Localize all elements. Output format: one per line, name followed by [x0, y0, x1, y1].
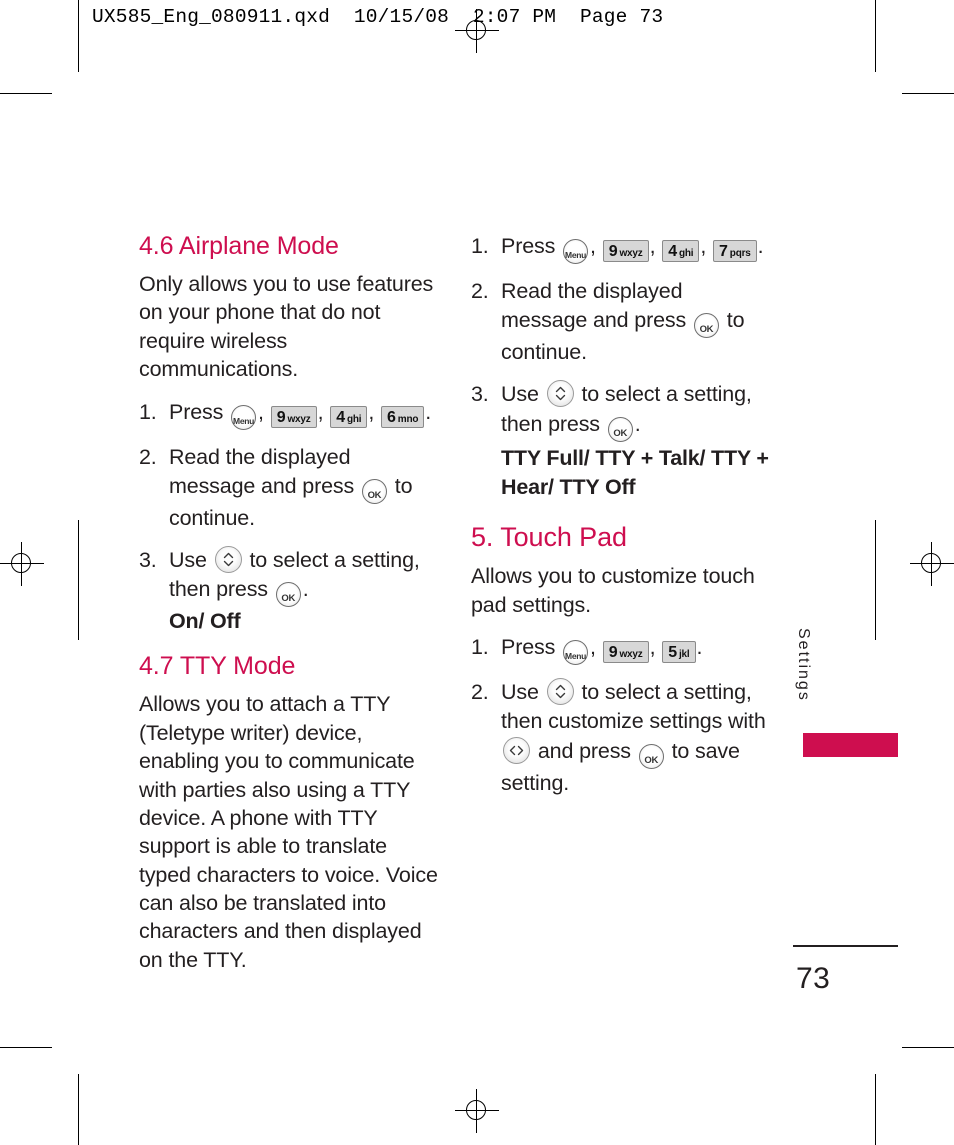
step-number: 2.	[471, 680, 489, 705]
step-number: 1.	[471, 635, 489, 660]
heading-4-7-tty-mode: 4.7 TTY Mode	[139, 652, 296, 681]
step-number: 2.	[471, 279, 489, 303]
step-item: 1. Press Menu, 9 wxyz, 4 ghi, 6 mno.	[139, 398, 439, 430]
step-item: 1. Press Menu, 9 wxyz, 4 ghi, 7 pqrs.	[471, 232, 771, 264]
heading-4-6-airplane-mode: 4.6 Airplane Mode	[139, 232, 339, 260]
crop-mark-top-right-horizontal	[902, 93, 954, 94]
steps-airplane-mode: 1. Press Menu, 9 wxyz, 4 ghi, 6 mno. 2. Read …	[139, 398, 439, 637]
step-number: 1.	[139, 399, 157, 424]
registration-mark-right	[910, 542, 954, 586]
step-number: 3.	[139, 547, 157, 572]
up-down-navigation-icon	[546, 380, 574, 408]
page-number: 73	[796, 962, 831, 995]
ok-key-icon: OK	[693, 313, 719, 339]
ok-key-icon: OK	[638, 743, 664, 769]
step-text: Read the displayed message and press	[501, 279, 687, 333]
step-number: 3.	[471, 382, 489, 407]
key-5-jkl-icon: 5 jkl	[662, 641, 696, 664]
side-tab-label-settings: Settings	[795, 628, 812, 702]
menu-key-icon: Menu	[231, 404, 257, 430]
key-4-ghi-icon: 4 ghi	[330, 405, 368, 428]
side-tab-accent-bar	[803, 733, 898, 757]
page-edge-rule-left	[78, 520, 79, 640]
step-text-tail: .	[696, 635, 703, 660]
step-text: Read the displayed message and press	[169, 444, 355, 498]
step-item: 2. Read the displayed message and press O…	[139, 443, 439, 533]
key-4-ghi-icon: 4 ghi	[662, 240, 700, 262]
crop-mark-bottom-right-horizontal	[902, 1047, 954, 1048]
step-item: 1. Press Menu, 9 wxyz, 5 jkl.	[471, 633, 771, 666]
step-text: Use	[501, 382, 539, 407]
key-9-wxyz-icon: 9 wxyz	[602, 641, 649, 664]
registration-mark-bottom	[455, 1089, 499, 1133]
intro-airplane-mode: Only allows you to use features on your …	[139, 272, 434, 382]
heading-5-touch-pad: 5. Touch Pad	[471, 522, 627, 553]
ok-key-icon: OK	[607, 416, 633, 442]
step-text-mid: to select a setting, then customize sett…	[501, 680, 766, 734]
crop-mark-top-left-vertical	[78, 0, 79, 72]
crop-mark-bottom-left-horizontal	[0, 1047, 52, 1048]
step-text-mid-2: and press	[537, 738, 631, 763]
registration-mark-left	[0, 542, 44, 586]
option-values-tty-mode: TTY Full/ TTY + Talk/ TTY + Hear/ TTY Of…	[501, 445, 769, 499]
step-text: Press	[501, 635, 556, 660]
step-item: 2. Use to select a setting, then customiz…	[471, 678, 771, 798]
up-down-navigation-icon	[214, 545, 242, 573]
key-6-mno-icon: 6 mno	[381, 405, 425, 428]
up-down-navigation-icon	[546, 678, 574, 706]
steps-touch-pad: 1. Press Menu, 9 wxyz, 5 jkl. 2. Use to sele…	[471, 633, 771, 798]
key-7-pqrs-icon: 7 pqrs	[713, 240, 757, 262]
step-text-tail: .	[302, 577, 309, 602]
key-9-wxyz-icon: 9 wxyz	[270, 405, 317, 428]
menu-key-icon: Menu	[563, 640, 589, 666]
folio-rule	[793, 945, 898, 947]
intro-tty-mode: Allows you to attach a TTY (Teletype wri…	[139, 692, 438, 972]
step-number: 2.	[139, 444, 157, 469]
menu-key-icon: Menu	[563, 239, 589, 264]
crop-mark-top-right-vertical	[875, 0, 876, 72]
crop-mark-bottom-left-vertical	[78, 1074, 79, 1145]
step-text: Press	[169, 399, 224, 424]
ok-key-icon: OK	[275, 582, 301, 608]
right-text-column: 1. Press Menu, 9 wxyz, 4 ghi, 7 pqrs. 2. Read…	[471, 232, 771, 811]
step-text: Press	[501, 234, 556, 258]
step-text: Use	[169, 547, 207, 572]
ok-key-icon: OK	[361, 478, 387, 504]
crop-mark-top-left-horizontal	[0, 93, 52, 94]
crop-mark-bottom-right-vertical	[875, 1074, 876, 1145]
left-text-column: 4.6 Airplane Mode Only allows you to use…	[139, 232, 439, 988]
print-slug-line: UX585_Eng_080911.qxd 10/15/08 2:07 PM Pa…	[92, 6, 664, 28]
step-text-tail: .	[634, 411, 641, 436]
step-text-tail: .	[425, 399, 432, 424]
step-item: 3. Use to select a setting, then press OK…	[139, 545, 439, 636]
step-number: 1.	[471, 234, 489, 258]
step-item: 3. Use to select a setting, then press OK…	[471, 380, 771, 502]
option-values-airplane-mode: On/ Off	[169, 609, 241, 634]
key-9-wxyz-icon: 9 wxyz	[602, 240, 649, 262]
step-item: 2. Read the displayed message and press O…	[471, 277, 771, 367]
page-edge-rule-right	[875, 520, 876, 640]
step-text-tail: .	[757, 234, 764, 258]
intro-touch-pad: Allows you to customize touch pad settin…	[471, 564, 755, 617]
steps-tty-mode: 1. Press Menu, 9 wxyz, 4 ghi, 7 pqrs. 2. Read…	[471, 232, 771, 502]
left-right-navigation-icon	[503, 736, 530, 764]
step-text: Use	[501, 680, 539, 705]
